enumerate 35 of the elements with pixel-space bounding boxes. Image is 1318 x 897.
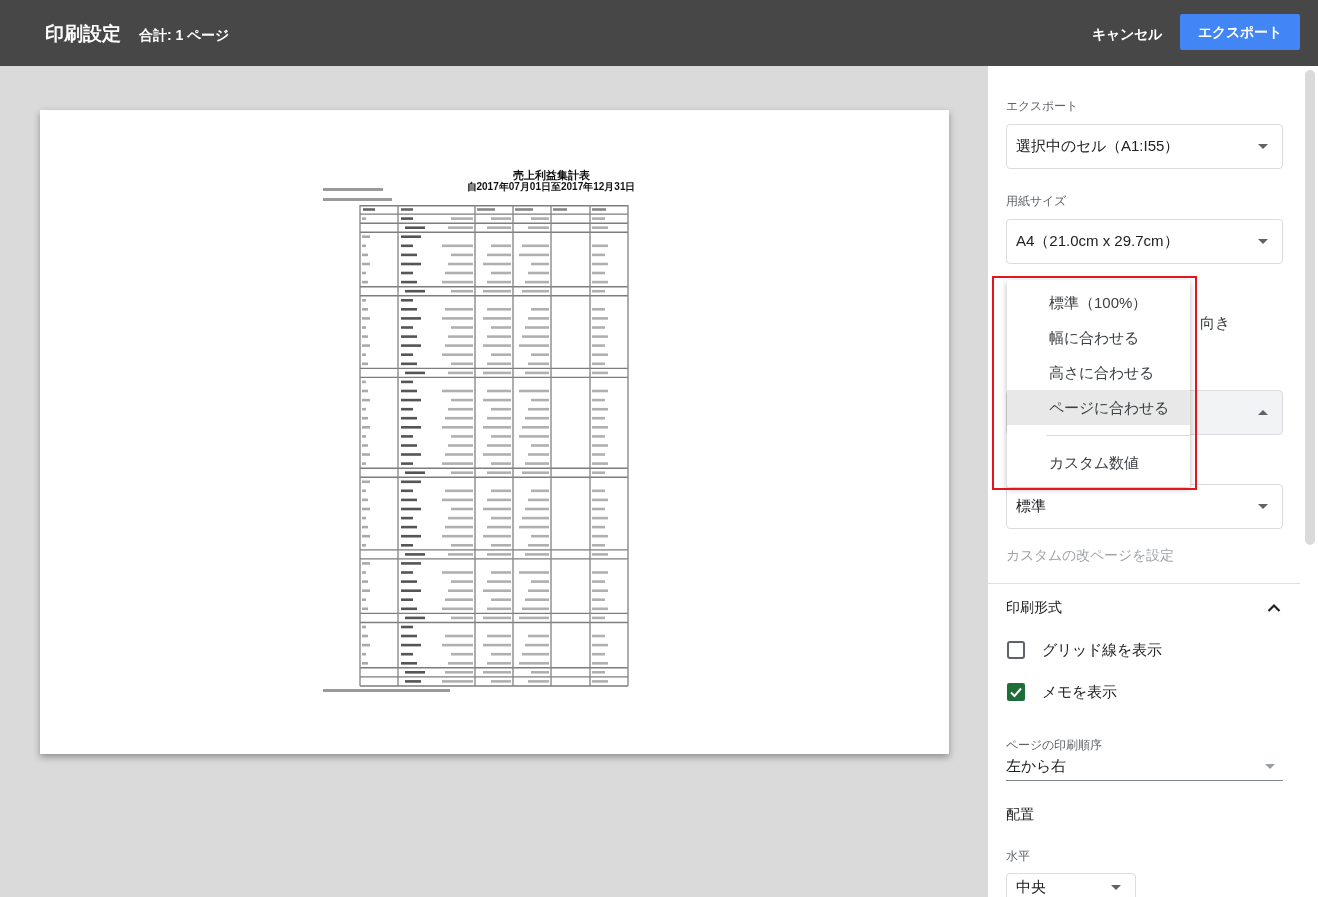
checkbox-label[interactable]: メモを表示 (1042, 682, 1117, 702)
paper-size-select[interactable]: A4（21.0cm x 29.7cm） (1006, 219, 1283, 264)
checkbox[interactable] (1007, 641, 1025, 659)
horizontal-align-select[interactable]: 中央 (1006, 873, 1136, 897)
menu-item[interactable]: 高さに合わせる (1007, 355, 1190, 390)
page-break-select[interactable]: 標準 (1006, 484, 1283, 529)
text-lines-thumbnail (323, 188, 392, 201)
field-label: 水平 (1006, 848, 1030, 864)
caret-down-icon (1111, 885, 1121, 890)
checkbox-label[interactable]: グリッド線を表示 (1042, 640, 1162, 660)
cancel-button[interactable]: キャンセル (1092, 17, 1162, 51)
section-title: 印刷形式 (1006, 598, 1062, 617)
field-label: 用紙サイズ (1006, 193, 1066, 209)
field-label: 向き (1200, 313, 1230, 333)
menu-item[interactable]: 幅に合わせる (1007, 320, 1190, 355)
menu-item[interactable]: 標準（100%） (1007, 285, 1190, 320)
caret-down-icon (1258, 239, 1268, 244)
menu-item[interactable]: ページに合わせる (1007, 390, 1190, 425)
checkbox[interactable] (1007, 683, 1025, 701)
report-title: 売上利益集計表 (512, 169, 590, 181)
report-period: 自2017年07月01日至2017年12月31日 (466, 181, 636, 193)
field-label: エクスポート (1006, 98, 1078, 114)
page-count: 合計: 1 ページ (139, 26, 230, 44)
export-range-select[interactable]: 選択中のセル（A1:I55） (1006, 124, 1283, 169)
scrollbar-thumb[interactable] (1305, 70, 1315, 545)
caret-down-icon (1258, 144, 1268, 149)
caret-down-icon (1265, 763, 1275, 769)
field-label: ページの印刷順序 (1006, 737, 1102, 753)
dialog-title: 印刷設定 (45, 22, 121, 46)
menu-item[interactable]: カスタム数値 (1007, 445, 1190, 480)
chevron-up-icon[interactable] (1267, 602, 1281, 612)
caret-down-icon (1258, 504, 1268, 509)
page-order-select[interactable]: 左から右 (1006, 756, 1283, 781)
export-button[interactable]: エクスポート (1180, 14, 1300, 50)
section-title: 配置 (1006, 805, 1034, 824)
